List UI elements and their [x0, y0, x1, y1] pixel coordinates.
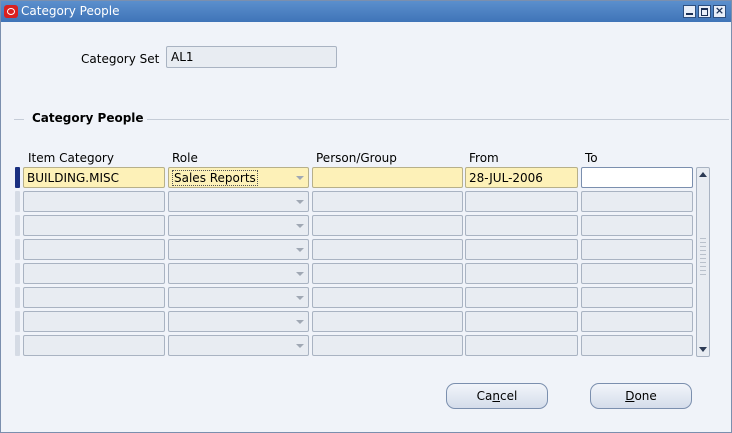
scroll-grip-icon[interactable]: [700, 238, 706, 278]
to-date-cell[interactable]: [581, 215, 693, 236]
column-header-from: From: [469, 151, 499, 165]
person-group-cell[interactable]: [312, 287, 463, 308]
section-divider: [14, 119, 24, 120]
section-divider: [147, 119, 729, 120]
oracle-icon: [4, 5, 18, 18]
row-selector[interactable]: [15, 215, 20, 236]
title-bar[interactable]: Category People ×: [1, 1, 731, 22]
from-date-cell-text: 28-JUL-2006: [469, 171, 543, 185]
to-date-cell[interactable]: [581, 239, 693, 260]
cancel-label-start: Ca: [476, 389, 493, 403]
from-date-cell[interactable]: [465, 215, 578, 236]
vertical-scrollbar[interactable]: [696, 167, 710, 357]
to-date-cell[interactable]: [581, 335, 693, 356]
cancel-button[interactable]: Cancel: [446, 383, 548, 409]
item-category-cell[interactable]: BUILDING.MISC: [23, 167, 165, 188]
person-group-cell[interactable]: [312, 167, 463, 188]
column-header-role: Role: [172, 151, 198, 165]
cancel-mnemonic: n: [492, 389, 500, 403]
from-date-cell[interactable]: [465, 191, 578, 212]
person-group-cell[interactable]: [312, 311, 463, 332]
to-date-cell[interactable]: [581, 287, 693, 308]
chevron-down-icon[interactable]: [296, 248, 304, 252]
cancel-label-end: cel: [500, 389, 518, 403]
column-header-person-group: Person/Group: [316, 151, 397, 165]
category-people-window: Category People × Category Set AL1 Categ…: [0, 0, 732, 433]
item-category-cell[interactable]: [23, 311, 165, 332]
from-date-cell[interactable]: [465, 287, 578, 308]
row-selector[interactable]: [15, 335, 20, 356]
chevron-down-icon[interactable]: [296, 344, 304, 348]
role-cell[interactable]: [168, 215, 309, 236]
scroll-up-icon[interactable]: [699, 172, 707, 177]
role-cell[interactable]: [168, 335, 309, 356]
item-category-cell[interactable]: [23, 287, 165, 308]
role-cell[interactable]: [168, 239, 309, 260]
person-group-cell[interactable]: [312, 215, 463, 236]
section-title: Category People: [32, 111, 144, 125]
role-cell-text: Sales Reports: [172, 170, 258, 186]
column-header-item-category: Item Category: [28, 151, 114, 165]
person-group-cell[interactable]: [312, 335, 463, 356]
role-cell[interactable]: [168, 191, 309, 212]
category-set-field[interactable]: AL1: [166, 46, 337, 68]
category-set-label: Category Set: [81, 52, 160, 66]
person-group-cell[interactable]: [312, 239, 463, 260]
close-icon[interactable]: ×: [713, 5, 726, 18]
person-group-cell[interactable]: [312, 191, 463, 212]
role-cell[interactable]: [168, 311, 309, 332]
row-selector[interactable]: [15, 263, 20, 284]
from-date-cell[interactable]: [465, 263, 578, 284]
item-category-cell[interactable]: [23, 263, 165, 284]
from-date-cell[interactable]: [465, 311, 578, 332]
chevron-down-icon[interactable]: [296, 200, 304, 204]
from-date-cell[interactable]: 28-JUL-2006: [465, 167, 578, 188]
role-cell[interactable]: [168, 263, 309, 284]
from-date-cell[interactable]: [465, 239, 578, 260]
item-category-cell[interactable]: [23, 335, 165, 356]
item-category-cell[interactable]: [23, 239, 165, 260]
row-selector[interactable]: [15, 239, 20, 260]
minimize-icon[interactable]: [683, 5, 696, 18]
scroll-down-icon[interactable]: [699, 347, 707, 352]
chevron-down-icon[interactable]: [296, 320, 304, 324]
to-date-cell[interactable]: [581, 263, 693, 284]
chevron-down-icon[interactable]: [296, 224, 304, 228]
chevron-down-icon[interactable]: [296, 296, 304, 300]
to-date-cell[interactable]: [581, 167, 693, 188]
chevron-down-icon[interactable]: [296, 272, 304, 276]
to-date-cell[interactable]: [581, 191, 693, 212]
row-selector[interactable]: [15, 167, 20, 188]
to-date-cell[interactable]: [581, 311, 693, 332]
maximize-icon[interactable]: [698, 5, 711, 18]
chevron-down-icon[interactable]: [296, 176, 304, 180]
role-cell[interactable]: Sales Reports: [168, 167, 309, 188]
item-category-cell[interactable]: [23, 215, 165, 236]
window-title: Category People: [21, 4, 120, 18]
done-label-end: one: [634, 389, 657, 403]
row-selector[interactable]: [15, 191, 20, 212]
done-button[interactable]: Done: [590, 383, 692, 409]
role-cell[interactable]: [168, 287, 309, 308]
person-group-cell[interactable]: [312, 263, 463, 284]
row-selector[interactable]: [15, 311, 20, 332]
item-category-cell-text: BUILDING.MISC: [27, 171, 119, 185]
item-category-cell[interactable]: [23, 191, 165, 212]
column-header-to: To: [585, 151, 598, 165]
from-date-cell[interactable]: [465, 335, 578, 356]
row-selector[interactable]: [15, 287, 20, 308]
